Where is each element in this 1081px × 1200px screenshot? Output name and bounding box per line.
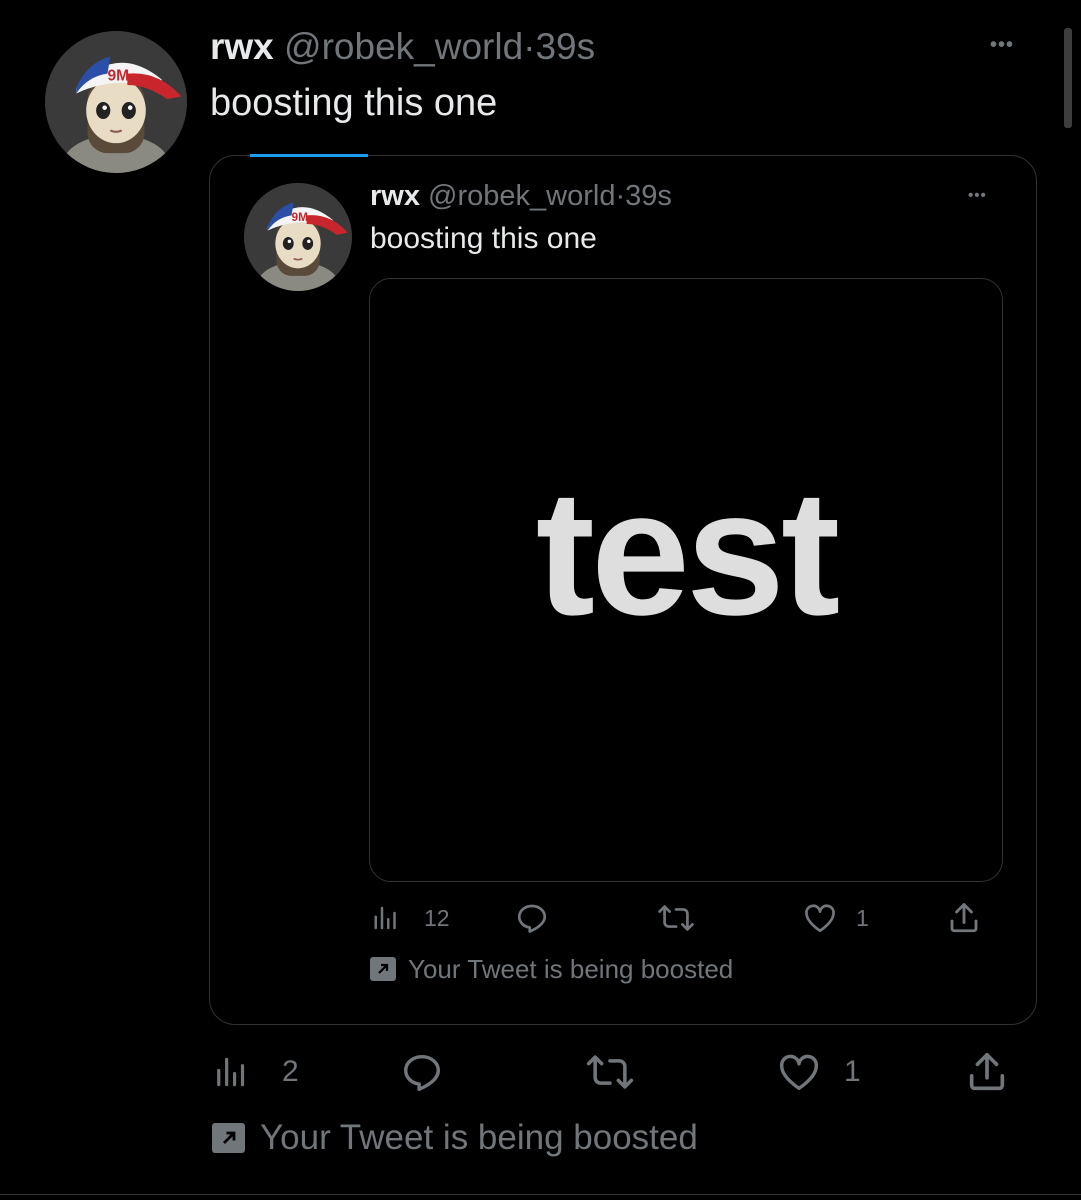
views-icon — [374, 906, 396, 930]
share-icon — [950, 903, 978, 933]
bottom-divider — [0, 1194, 1081, 1195]
quoted-tweet-header: rwx @robek_world·39s — [370, 180, 672, 213]
author-handle[interactable]: @robek_world — [284, 26, 523, 67]
tweet-time[interactable]: 39s — [535, 26, 595, 67]
quoted-views-count: 12 — [424, 904, 450, 931]
reply-icon — [403, 1054, 441, 1091]
cap-logo: 9M — [292, 210, 309, 224]
quoted-author-handle[interactable]: @robek_world — [428, 180, 615, 212]
boost-text: Your Tweet is being boosted — [260, 1118, 698, 1157]
like-button[interactable]: 1 — [776, 1049, 861, 1095]
like-icon — [780, 1054, 818, 1091]
retweet-button[interactable] — [584, 1049, 636, 1095]
author-name[interactable]: rwx — [210, 26, 274, 67]
author-avatar[interactable]: 9M — [45, 31, 187, 173]
quote-accent-line — [250, 154, 368, 157]
quoted-media-image[interactable]: test — [369, 278, 1003, 882]
quoted-more-icon[interactable]: ••• — [968, 187, 987, 204]
reply-icon — [517, 904, 547, 933]
quoted-like-button[interactable]: 1 — [802, 900, 869, 936]
quoted-likes-count: 1 — [856, 904, 869, 931]
retweet-icon — [658, 905, 694, 931]
share-icon — [969, 1052, 1005, 1091]
quoted-author-name[interactable]: rwx — [370, 180, 420, 212]
cap-logo: 9M — [107, 68, 129, 85]
boost-note[interactable]: Your Tweet is being boosted — [212, 1118, 698, 1158]
more-icon[interactable]: ••• — [990, 34, 1014, 57]
quoted-views-button[interactable]: 12 — [372, 900, 450, 936]
views-count: 2 — [282, 1055, 299, 1088]
tweet-text: boosting this one — [210, 82, 498, 124]
boost-arrow-icon — [212, 1123, 245, 1153]
quoted-author-avatar[interactable]: 9M — [244, 183, 352, 291]
quoted-retweet-button[interactable] — [656, 900, 696, 936]
reply-button[interactable] — [399, 1049, 445, 1095]
quoted-reply-button[interactable] — [514, 900, 550, 936]
quoted-tweet-text: boosting this one — [370, 222, 597, 255]
views-button[interactable]: 2 — [214, 1050, 299, 1094]
views-icon — [217, 1057, 245, 1087]
quoted-boost-text: Your Tweet is being boosted — [408, 953, 734, 984]
quoted-boost-note[interactable]: Your Tweet is being boosted — [370, 953, 733, 985]
likes-count: 1 — [844, 1055, 861, 1088]
separator-dot: · — [615, 180, 626, 212]
like-icon — [805, 904, 835, 933]
tweet-header: rwx @robek_world·39s — [210, 26, 595, 68]
share-button[interactable] — [964, 1049, 1010, 1095]
media-text: test — [535, 453, 841, 652]
boost-arrow-icon — [370, 957, 396, 981]
quoted-tweet-time[interactable]: 39s — [625, 180, 672, 212]
separator-dot: · — [523, 26, 536, 67]
quoted-share-button[interactable] — [946, 900, 982, 936]
retweet-icon — [586, 1055, 634, 1089]
scrollbar[interactable] — [1064, 28, 1072, 128]
